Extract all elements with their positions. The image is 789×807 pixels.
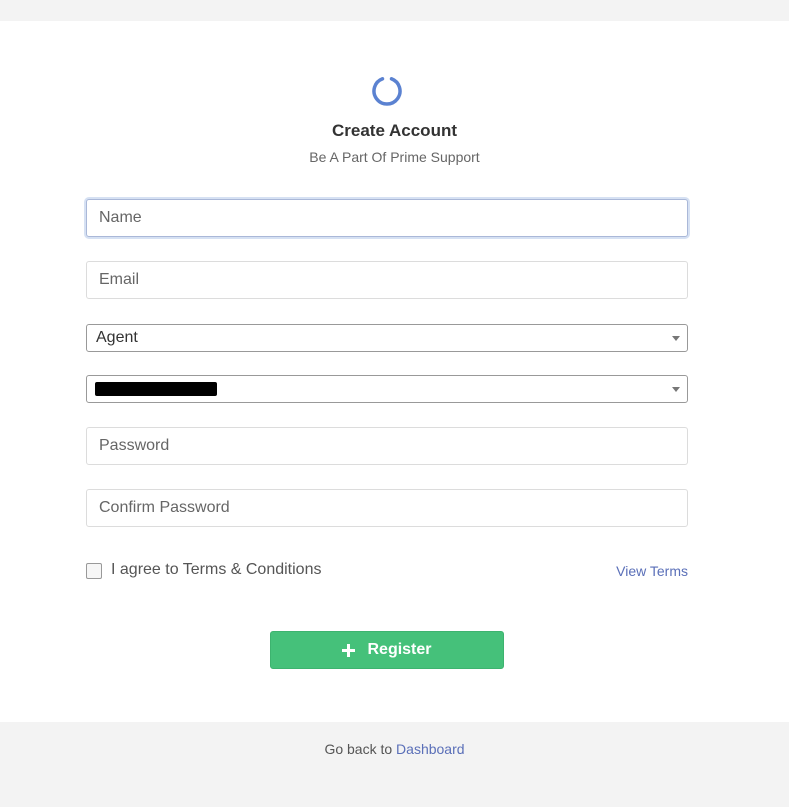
chevron-down-icon: [672, 387, 680, 392]
role-select[interactable]: Agent: [86, 324, 688, 352]
terms-label: I agree to Terms & Conditions: [111, 561, 322, 578]
footer-prefix: Go back to: [324, 741, 397, 757]
register-button[interactable]: Register: [270, 631, 504, 669]
footer: Go back to Dashboard: [0, 741, 789, 757]
circle-notch-icon: [372, 77, 402, 106]
redacted-value: [95, 382, 217, 396]
terms-checkbox[interactable]: [86, 563, 102, 579]
view-terms-link[interactable]: View Terms: [616, 563, 688, 579]
page-subtitle: Be A Part Of Prime Support: [309, 149, 480, 165]
page-title: Create Account: [331, 121, 457, 140]
email-field[interactable]: [86, 261, 688, 299]
confirm-password-field[interactable]: [86, 489, 688, 527]
dashboard-link[interactable]: Dashboard: [396, 741, 465, 757]
name-field[interactable]: [86, 199, 688, 237]
top-strip: [0, 0, 789, 21]
password-field[interactable]: [86, 427, 688, 465]
department-select[interactable]: [86, 375, 688, 403]
register-label: Register: [367, 641, 432, 658]
role-select-value: Agent: [96, 329, 138, 346]
plus-icon: [342, 643, 356, 657]
chevron-down-icon: [672, 336, 680, 341]
